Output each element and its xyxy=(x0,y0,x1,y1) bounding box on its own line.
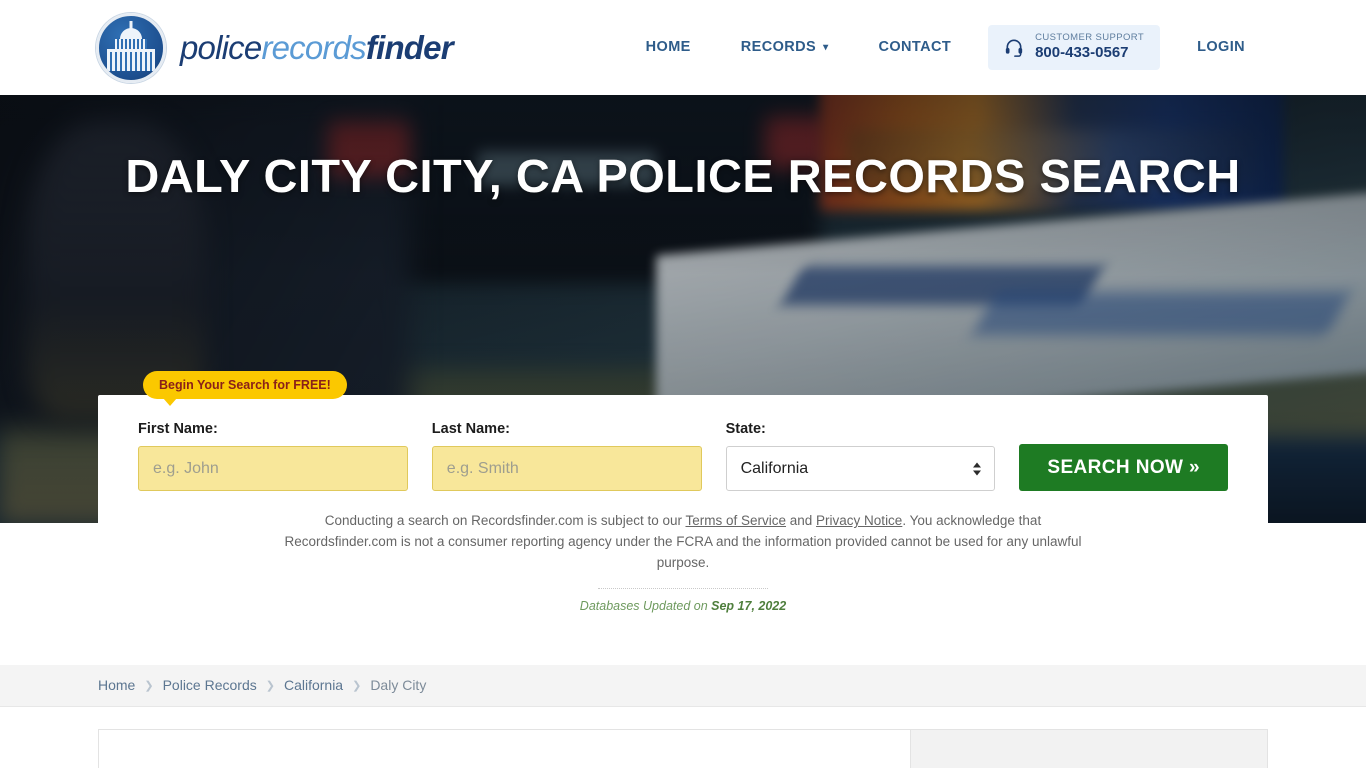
breadcrumb-item-daly-city: Daly City xyxy=(370,677,427,694)
table-of-contents-panel: Table of Contents ❯ Arrests and Police R… xyxy=(910,728,1268,768)
support-phone: 800-433-0567 xyxy=(1035,44,1129,62)
terms-of-service-link[interactable]: Terms of Service xyxy=(685,513,786,528)
site-header: policerecordsfinder HOME RECORDS ▾ CONTA… xyxy=(0,0,1366,95)
customer-support-box[interactable]: CUSTOMER SUPPORT 800-433-0567 xyxy=(988,25,1161,70)
first-name-field-group: First Name: xyxy=(138,421,408,491)
logo-wordmark: policerecordsfinder xyxy=(180,29,454,66)
nav-item-contact-label: CONTACT xyxy=(878,39,952,56)
last-name-input[interactable] xyxy=(431,446,702,491)
breadcrumb-bar: Home ❯ Police Records ❯ California ❯ Dal… xyxy=(0,664,1366,707)
search-form-card: Begin Your Search for FREE! First Name: … xyxy=(98,371,1268,635)
database-updated-note: Databases Updated on Sep 17, 2022 xyxy=(138,599,1228,613)
search-form-row: First Name: Last Name: State: California xyxy=(138,421,1228,491)
logo[interactable]: policerecordsfinder xyxy=(96,12,454,83)
state-select-value: California xyxy=(740,459,809,477)
breadcrumb-item-california[interactable]: California xyxy=(284,677,343,693)
breadcrumb-separator-icon: ❯ xyxy=(144,679,154,692)
state-label: State: xyxy=(725,421,766,437)
disclaimer-text-1: Conducting a search on Recordsfinder.com… xyxy=(324,513,686,528)
logo-text-finder: finder xyxy=(365,29,454,66)
main-content-area: Arrests and Police Reports in Daly City … xyxy=(98,728,1268,768)
nav-item-home-label: HOME xyxy=(645,39,691,56)
nav-item-home[interactable]: HOME xyxy=(621,29,716,65)
breadcrumb: Home ❯ Police Records ❯ California ❯ Dal… xyxy=(98,677,1268,693)
last-name-label: Last Name: xyxy=(431,421,510,437)
nav-item-records-label: RECORDS xyxy=(740,39,817,56)
nav-item-login-label: LOGIN xyxy=(1197,39,1245,56)
privacy-notice-link[interactable]: Privacy Notice xyxy=(816,513,902,528)
state-select[interactable]: California xyxy=(725,446,996,491)
article-card: Arrests and Police Reports in Daly City … xyxy=(98,728,910,768)
search-disclaimer: Conducting a search on Recordsfinder.com… xyxy=(273,511,1093,574)
headset-icon xyxy=(1005,39,1023,58)
logo-text-police: police xyxy=(180,29,262,66)
database-updated-date: Sep 17, 2022 xyxy=(711,598,787,613)
nav-item-contact[interactable]: CONTACT xyxy=(853,29,976,65)
search-now-button[interactable]: SEARCH NOW » xyxy=(1019,444,1228,491)
last-name-field-group: Last Name: xyxy=(431,421,702,491)
page-title: DALY CITY CITY, CA POLICE RECORDS SEARCH xyxy=(125,150,1241,202)
dotted-divider xyxy=(598,587,768,589)
first-name-label: First Name: xyxy=(138,421,218,437)
breadcrumb-separator-icon: ❯ xyxy=(265,679,275,692)
breadcrumb-item-police-records[interactable]: Police Records xyxy=(163,677,257,693)
free-search-badge: Begin Your Search for FREE! xyxy=(143,371,347,406)
select-stepper-icon[interactable] xyxy=(973,462,982,475)
chevron-down-icon: ▾ xyxy=(823,41,829,53)
disclaimer-and: and xyxy=(786,513,817,528)
main-navigation: HOME RECORDS ▾ CONTACT CUSTOMER SUPPORT … xyxy=(621,25,1270,70)
capitol-dome-icon xyxy=(96,12,166,83)
state-field-group: State: California xyxy=(725,421,996,491)
nav-item-records[interactable]: RECORDS ▾ xyxy=(716,29,854,65)
support-label: CUSTOMER SUPPORT xyxy=(1035,32,1145,44)
breadcrumb-separator-icon: ❯ xyxy=(352,679,362,692)
database-updated-prefix: Databases Updated on xyxy=(579,598,712,613)
nav-item-login[interactable]: LOGIN xyxy=(1172,29,1270,65)
logo-text-records: records xyxy=(261,29,366,66)
first-name-input[interactable] xyxy=(138,446,408,491)
breadcrumb-item-home[interactable]: Home xyxy=(98,677,135,693)
